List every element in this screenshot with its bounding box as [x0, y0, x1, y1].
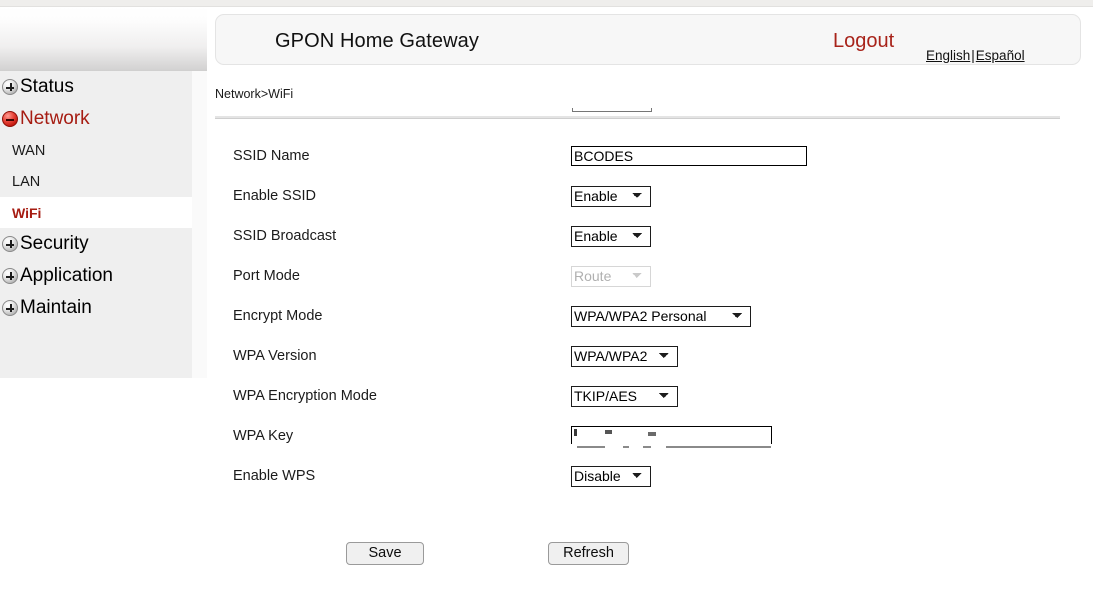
encrypt-mode-label: Encrypt Mode: [233, 308, 323, 324]
wpa-key-underline-smudge: [666, 446, 771, 448]
wpa-encryption-mode-field-wrap: TKIP/AES: [571, 385, 678, 407]
sidebar-item-label: Network: [20, 108, 90, 129]
ssid-name-field-wrap: [571, 146, 807, 166]
sidebar: Status Network WAN LAN WiFi Security App…: [0, 7, 207, 611]
browser-top-strip: [0, 0, 1093, 7]
sidebar-item-wan[interactable]: WAN: [0, 135, 192, 166]
language-english-link[interactable]: English: [926, 48, 970, 63]
sidebar-item-security[interactable]: Security: [0, 228, 192, 260]
encrypt-mode-field-wrap: WPA/WPA2 Personal: [571, 305, 751, 327]
sidebar-item-network[interactable]: Network: [0, 103, 192, 135]
sidebar-item-label: WiFi: [12, 204, 42, 221]
form-row-enable-wps: Enable WPS Disable: [207, 456, 1093, 496]
sidebar-item-application[interactable]: Application: [0, 260, 192, 292]
enable-wps-field-wrap: Disable: [571, 465, 651, 487]
clipped-select-above-fold[interactable]: [572, 108, 652, 112]
ssid-broadcast-label: SSID Broadcast: [233, 228, 337, 244]
ssid-broadcast-field-wrap: Enable: [571, 225, 651, 247]
plus-circle-icon[interactable]: [2, 236, 18, 252]
sidebar-item-wifi[interactable]: WiFi: [0, 197, 192, 228]
wpa-encryption-mode-label: WPA Encryption Mode: [233, 388, 377, 404]
logo-banner: [0, 7, 207, 71]
wpa-version-field-wrap: WPA/WPA2: [571, 345, 678, 367]
wpa-key-underline-smudge: [623, 446, 629, 448]
sidebar-item-label: LAN: [12, 173, 41, 190]
sidebar-item-label: Maintain: [20, 297, 92, 318]
form-row-ssid-broadcast: SSID Broadcast Enable: [207, 216, 1093, 256]
page-title: GPON Home Gateway: [275, 30, 479, 52]
action-button-bar: Save Refresh: [207, 542, 1093, 572]
language-selector: English|Español: [926, 48, 1025, 63]
minus-circle-icon[interactable]: [2, 111, 18, 127]
page-header: GPON Home Gateway Logout English|Español: [215, 14, 1081, 65]
wpa-key-field-wrap: [569, 426, 773, 452]
wpa-key-label: WPA Key: [233, 428, 294, 444]
ssid-name-label: SSID Name: [233, 148, 310, 164]
form-row-wpa-version: WPA Version WPA/WPA2: [207, 336, 1093, 376]
sidebar-item-label: Application: [20, 265, 113, 286]
enable-ssid-select[interactable]: Enable: [571, 185, 651, 207]
form-row-port-mode: Port Mode Route: [207, 256, 1093, 296]
form-row-wpa-key: WPA Key: [207, 416, 1093, 456]
enable-ssid-field-wrap: Enable: [571, 185, 651, 207]
save-button[interactable]: Save: [346, 542, 424, 565]
enable-wps-label: Enable WPS: [233, 468, 316, 484]
form-row-enable-ssid: Enable SSID Enable: [207, 176, 1093, 216]
wpa-key-underline-smudge: [577, 446, 605, 448]
section-divider: [215, 116, 1060, 119]
plus-circle-icon[interactable]: [2, 300, 18, 316]
encrypt-mode-select[interactable]: WPA/WPA2 Personal: [571, 305, 751, 327]
form-row-ssid-name: SSID Name: [207, 136, 1093, 176]
wpa-key-underline-smudge: [643, 446, 651, 448]
wpa-key-smudge: [648, 432, 656, 436]
sidebar-item-label: Security: [20, 233, 89, 254]
ssid-broadcast-select[interactable]: Enable: [571, 225, 651, 247]
logout-link[interactable]: Logout: [833, 30, 894, 53]
port-mode-label: Port Mode: [233, 268, 300, 284]
sidebar-item-status[interactable]: Status: [0, 71, 192, 103]
ssid-name-input[interactable]: [571, 146, 807, 166]
sidebar-item-lan[interactable]: LAN: [0, 166, 192, 197]
content-area: SSID Name Enable SSID Enable SSID Broadc…: [207, 108, 1093, 611]
plus-circle-icon[interactable]: [2, 268, 18, 284]
language-separator: |: [971, 48, 975, 63]
plus-circle-icon[interactable]: [2, 79, 18, 95]
wpa-encryption-mode-select[interactable]: TKIP/AES: [571, 385, 678, 407]
refresh-button[interactable]: Refresh: [548, 542, 629, 565]
wpa-version-label: WPA Version: [233, 348, 317, 364]
sidebar-item-label: Status: [20, 76, 74, 97]
sidebar-item-maintain[interactable]: Maintain: [0, 292, 192, 324]
form-row-wpa-encryption-mode: WPA Encryption Mode TKIP/AES: [207, 376, 1093, 416]
sidebar-item-label: WAN: [12, 142, 46, 159]
wpa-version-select[interactable]: WPA/WPA2: [571, 345, 678, 367]
port-mode-field-wrap: Route: [571, 265, 651, 287]
form-row-encrypt-mode: Encrypt Mode WPA/WPA2 Personal: [207, 296, 1093, 336]
breadcrumb: Network>WiFi: [215, 87, 294, 101]
port-mode-select: Route: [571, 265, 651, 287]
wpa-key-smudge: [605, 430, 612, 434]
enable-ssid-label: Enable SSID: [233, 188, 317, 204]
sidebar-gutter: [192, 71, 207, 378]
language-spanish-link[interactable]: Español: [976, 48, 1025, 63]
enable-wps-select[interactable]: Disable: [571, 465, 651, 487]
wpa-key-smudge: [574, 429, 577, 436]
